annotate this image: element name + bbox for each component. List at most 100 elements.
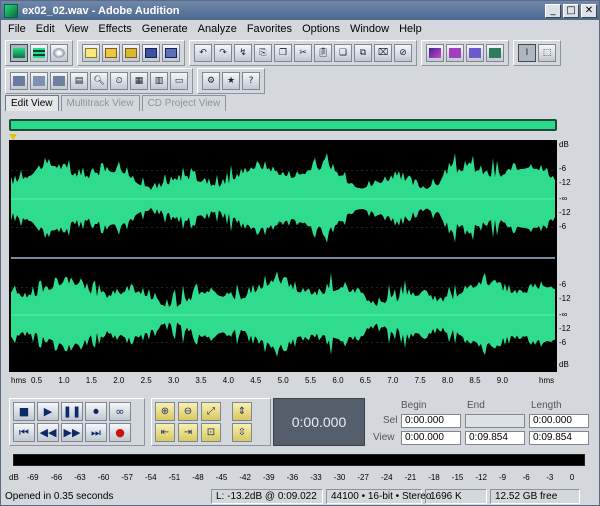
zoom-out-horizontal-icon[interactable]: ⊖ <box>178 402 198 421</box>
level-tick-label: -3 <box>546 473 554 482</box>
zoom-to-right-icon[interactable]: ⇥ <box>178 423 198 442</box>
zoom-out-vertical-icon[interactable]: ⇳ <box>232 423 252 442</box>
view-label: View <box>373 432 395 443</box>
view-begin-field[interactable]: 0:00.000 <box>401 431 461 445</box>
stop-button[interactable]: ■ <box>13 402 35 421</box>
paste-new-icon[interactable]: ❏ <box>334 43 352 62</box>
play-button[interactable]: ▶ <box>37 402 59 421</box>
time-selection-tool-icon[interactable]: I <box>518 43 536 62</box>
format-readout: 44100 • 16-bit • Stereo <box>326 489 431 504</box>
copy-icon[interactable]: ⎘ <box>254 43 272 62</box>
zoom-in-horizontal-icon[interactable]: ⊕ <box>155 402 175 421</box>
cue-list-icon[interactable] <box>50 71 68 90</box>
menu-effects[interactable]: Effects <box>93 23 136 35</box>
edit-toolbar-group: ↶ ↷ ↯ ⎘ ❐ ✂ 📋︎ ❏ ⧉ ⌧ ⊘ <box>189 39 417 66</box>
time-window-icon[interactable]: ⏲ <box>110 71 128 90</box>
tab-cd-project-view[interactable]: CD Project View <box>141 95 227 111</box>
edit-view-icon[interactable] <box>10 43 28 62</box>
time-tick-label: 3.0 <box>168 376 180 385</box>
menu-help[interactable]: Help <box>394 23 427 35</box>
level-tick-label: -69 <box>27 473 39 482</box>
open-file-icon[interactable] <box>102 43 120 62</box>
tab-multitrack-view[interactable]: Multitrack View <box>60 95 140 111</box>
menu-edit[interactable]: Edit <box>31 23 60 35</box>
undo-icon[interactable]: ↶ <box>194 43 212 62</box>
zoom-window-icon[interactable]: 🔍︎ <box>90 71 108 90</box>
sel-begin-field[interactable]: 0:00.000 <box>401 414 461 428</box>
waveform-overview-bar[interactable] <box>9 119 557 131</box>
menu-file[interactable]: File <box>3 23 31 35</box>
multitrack-view-icon[interactable] <box>30 43 48 62</box>
repeat-icon[interactable]: ↯ <box>234 43 252 62</box>
rewind-button[interactable]: ◀◀ <box>37 423 59 442</box>
waveform-view-icon[interactable] <box>426 43 444 62</box>
db-label: -12 <box>559 208 571 217</box>
time-tick-label: 7.0 <box>387 376 399 385</box>
zoom-in-vertical-icon[interactable]: ⇕ <box>232 402 252 421</box>
menu-bar: File Edit View Effects Generate Analyze … <box>1 20 599 38</box>
selection-view-panel: Begin End Length Sel View 0:00.000 0:00.… <box>369 398 591 446</box>
waveform-display[interactable] <box>9 140 557 372</box>
view-length-field[interactable]: 0:09.854 <box>529 431 589 445</box>
db-scale: dB -6 -12 -∞ -12 -6 -6 -12 -∞ -12 -6 dB <box>557 140 593 372</box>
view-end-field[interactable]: 0:09.854 <box>465 431 525 445</box>
zoom-full-icon[interactable]: ⤢ <box>201 402 221 421</box>
right-channel[interactable] <box>11 260 555 374</box>
frequency-analysis-icon[interactable]: ▦ <box>130 71 148 90</box>
levels-window-icon[interactable]: ▥ <box>150 71 168 90</box>
menu-options[interactable]: Options <box>297 23 345 35</box>
fast-forward-button[interactable]: ▶▶ <box>61 423 83 442</box>
sel-end-field[interactable] <box>465 414 525 428</box>
open-append-icon[interactable] <box>122 43 140 62</box>
menu-analyze[interactable]: Analyze <box>193 23 242 35</box>
cut-icon[interactable]: ✂ <box>294 43 312 62</box>
close-button[interactable]: ✕ <box>581 3 597 18</box>
left-channel[interactable] <box>11 142 555 256</box>
zoom-selection-icon[interactable]: ⊡ <box>201 423 221 442</box>
pause-button[interactable]: ❚❚ <box>61 402 83 421</box>
zoom-to-left-icon[interactable]: ⇤ <box>155 423 175 442</box>
cd-view-icon[interactable] <box>50 43 68 62</box>
paste-icon[interactable]: 📋︎ <box>314 43 332 62</box>
tab-edit-view[interactable]: Edit View <box>5 95 59 111</box>
save-selection-icon[interactable] <box>162 43 180 62</box>
loop-button[interactable]: ∞ <box>109 402 131 421</box>
redo-icon[interactable]: ↷ <box>214 43 232 62</box>
minimize-button[interactable]: _ <box>545 3 561 18</box>
scripts-icon[interactable]: ⚙ <box>202 71 220 90</box>
go-to-start-button[interactable]: ⏮ <box>13 423 35 442</box>
spectral-pan-icon[interactable] <box>466 43 484 62</box>
save-icon[interactable] <box>142 43 160 62</box>
playlist-icon[interactable]: ▤ <box>70 71 88 90</box>
copy-new-icon[interactable]: ❐ <box>274 43 292 62</box>
organizer-icon[interactable] <box>10 71 28 90</box>
db-label: -∞ <box>559 310 568 319</box>
sel-length-field[interactable]: 0:00.000 <box>529 414 589 428</box>
go-to-end-button[interactable]: ⏭ <box>85 423 107 442</box>
play-to-end-button[interactable]: ⏺ <box>85 402 107 421</box>
maximize-button[interactable]: □ <box>563 3 579 18</box>
menu-view[interactable]: View <box>60 23 94 35</box>
menu-favorites[interactable]: Favorites <box>242 23 297 35</box>
new-file-icon[interactable] <box>82 43 100 62</box>
selection-window-icon[interactable]: ▭ <box>170 71 188 90</box>
mix-paste-icon[interactable]: ⧉ <box>354 43 372 62</box>
effects-window-icon[interactable] <box>30 71 48 90</box>
app-window: ex02_02.wav - Adobe Audition _ □ ✕ File … <box>0 0 600 506</box>
time-tick-label: 8.5 <box>469 376 481 385</box>
spectral-view-icon[interactable] <box>446 43 464 62</box>
record-button[interactable]: ● <box>109 423 131 442</box>
db-label: -12 <box>559 178 571 187</box>
menu-window[interactable]: Window <box>345 23 394 35</box>
spectral-phase-icon[interactable] <box>486 43 504 62</box>
trim-icon[interactable]: ⌧ <box>374 43 392 62</box>
mute-icon[interactable]: ⊘ <box>394 43 412 62</box>
time-ruler[interactable]: hms hms 0.5 1.0 1.5 2.0 2.5 3.0 3.5 4.0 4.5 5.0 5.… <box>9 374 557 388</box>
time-tick-label: 1.0 <box>58 376 70 385</box>
favorites-icon[interactable]: ★ <box>222 71 240 90</box>
help-icon[interactable]: ? <box>242 71 260 90</box>
marquee-tool-icon[interactable]: ⬚ <box>538 43 556 62</box>
db-label: -6 <box>559 338 567 347</box>
menu-generate[interactable]: Generate <box>137 23 193 35</box>
status-bar: Opened in 0.35 seconds L: -13.2dB @ 0:09… <box>1 487 599 506</box>
